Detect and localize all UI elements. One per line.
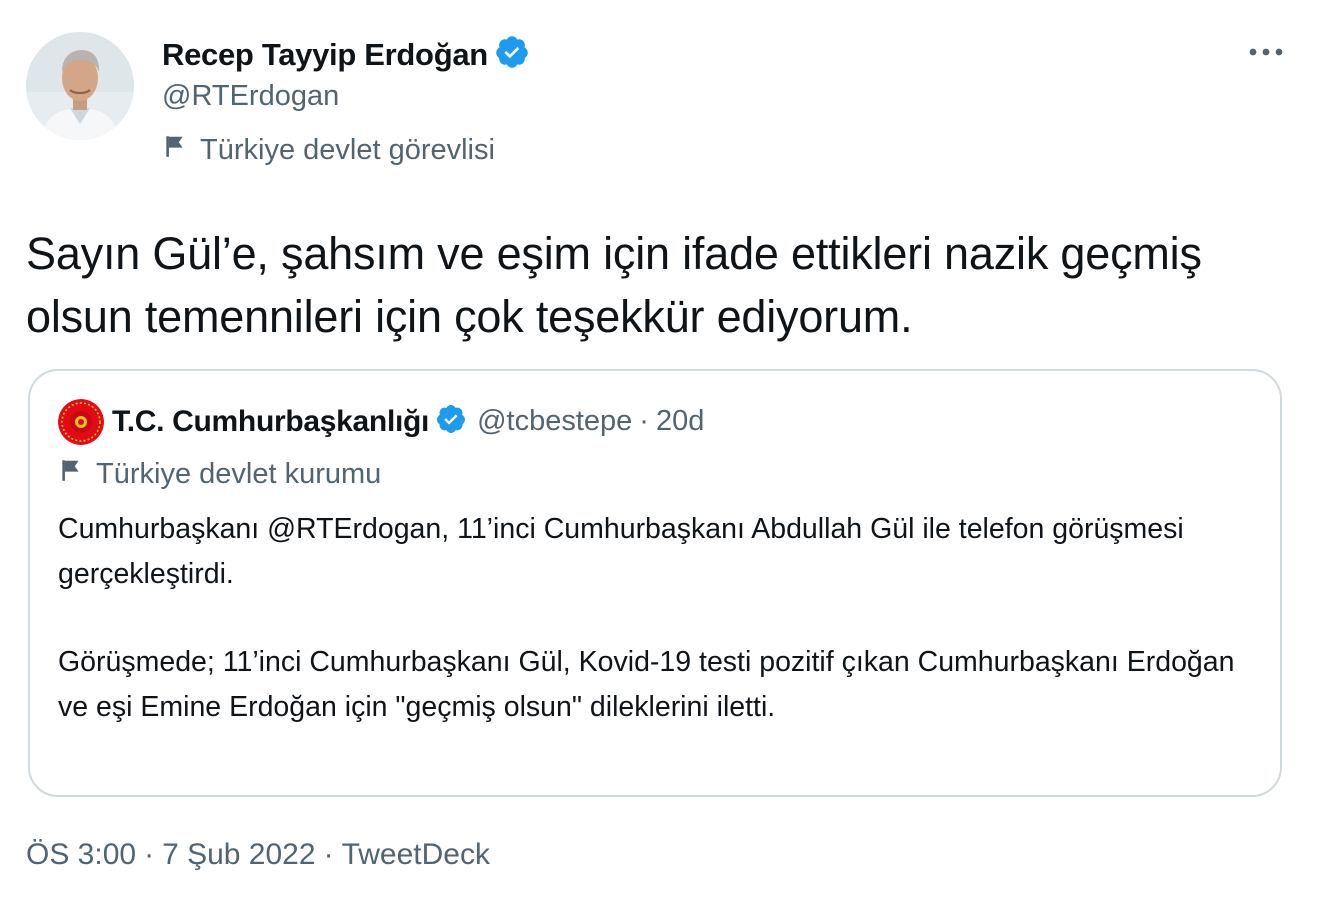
quoted-paragraph: Görüşmede; 11’inci Cumhurbaşkanı Gül, Ko… bbox=[58, 646, 1235, 723]
flag-icon bbox=[58, 457, 84, 491]
quoted-tweet-time[interactable]: 20d bbox=[656, 405, 704, 438]
quoted-tweet-card[interactable]: T.C. Cumhurbaşkanlığı @tcbestepe · 20d T… bbox=[28, 369, 1282, 797]
profile-photo-icon bbox=[26, 32, 134, 140]
ellipsis-icon bbox=[1249, 48, 1283, 56]
tweet-metadata: ÖS 3:00 · 7 Şub 2022 · TweetDeck bbox=[26, 838, 490, 872]
tweet-text: Sayın Gül’e, şahsım ve eşim için ifade e… bbox=[26, 228, 1202, 342]
separator-dot: · bbox=[639, 405, 649, 437]
quoted-tweet-text: Cumhurbaşkanı @RTErdogan, 11’inci Cumhur… bbox=[58, 507, 1248, 729]
separator-dot: · bbox=[144, 838, 155, 871]
quoted-author-avatar[interactable] bbox=[58, 399, 104, 445]
quoted-paragraph: Cumhurbaşkanı @RTErdogan, 11’inci Cumhur… bbox=[58, 513, 1184, 590]
author-handle[interactable]: @RTErdogan bbox=[162, 80, 339, 113]
verified-badge-icon bbox=[435, 403, 467, 440]
author-avatar[interactable] bbox=[26, 32, 134, 140]
quoted-tweet-header: T.C. Cumhurbaşkanlığı @tcbestepe · 20d bbox=[112, 403, 704, 440]
presidential-seal-icon bbox=[58, 399, 104, 445]
quoted-government-label-text: Türkiye devlet kurumu bbox=[96, 457, 382, 490]
tweet-source[interactable]: TweetDeck bbox=[342, 838, 490, 871]
more-options-button[interactable] bbox=[1244, 36, 1288, 68]
tweet-date[interactable]: 7 Şub 2022 bbox=[162, 838, 315, 871]
tweet: Recep Tayyip Erdoğan @RTErdogan Türkiye … bbox=[0, 0, 1320, 900]
verified-badge-icon bbox=[494, 34, 530, 78]
quoted-author-name[interactable]: T.C. Cumhurbaşkanlığı bbox=[112, 405, 429, 439]
quoted-author-handle[interactable]: @tcbestepe bbox=[477, 405, 632, 438]
quoted-government-label[interactable]: Türkiye devlet kurumu bbox=[58, 457, 381, 491]
author-name[interactable]: Recep Tayyip Erdoğan bbox=[162, 34, 530, 78]
flag-icon bbox=[162, 133, 188, 167]
government-label[interactable]: Türkiye devlet görevlisi bbox=[162, 133, 495, 167]
author-name-text: Recep Tayyip Erdoğan bbox=[162, 37, 488, 72]
government-label-text: Türkiye devlet görevlisi bbox=[200, 133, 495, 166]
tweet-time[interactable]: ÖS 3:00 bbox=[26, 838, 136, 871]
separator-dot: · bbox=[323, 838, 334, 871]
